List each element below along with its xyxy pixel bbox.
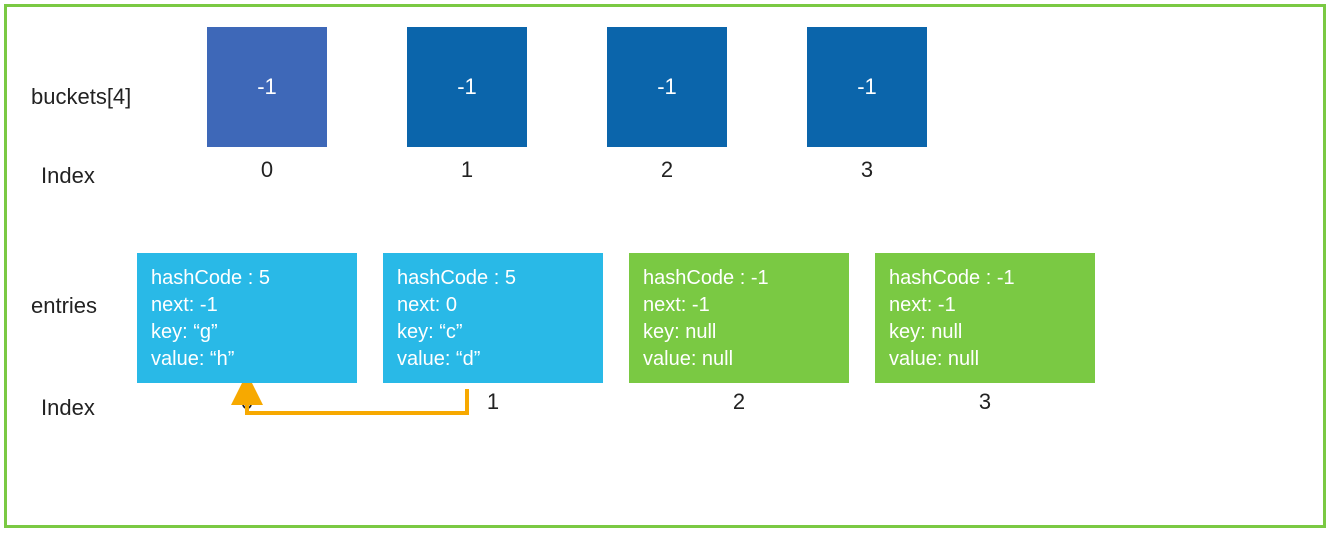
entry-1-value: value: “d” xyxy=(397,346,589,373)
bucket-index-1: 1 xyxy=(407,157,527,183)
entry-2-next: next: -1 xyxy=(643,292,835,319)
entry-0-key: key: “g” xyxy=(151,319,343,346)
entry-2: hashCode : -1 next: -1 key: null value: … xyxy=(629,253,849,383)
entry-1-key: key: “c” xyxy=(397,319,589,346)
diagram-frame: buckets[4] -1 -1 -1 -1 Index 0 1 2 3 ent… xyxy=(4,4,1326,528)
entries-label: entries xyxy=(17,253,137,319)
entry-0-next: next: -1 xyxy=(151,292,343,319)
entries-index-label: Index xyxy=(41,395,95,421)
entry-3-value: value: null xyxy=(889,346,1081,373)
entry-index-2: 2 xyxy=(629,389,849,415)
entry-index-1: 1 xyxy=(383,389,603,415)
bucket-3: -1 xyxy=(807,27,927,147)
entry-2-key: key: null xyxy=(643,319,835,346)
bucket-index-2: 2 xyxy=(607,157,727,183)
entries-index-row: 0 1 2 3 xyxy=(137,389,1313,415)
bucket-0: -1 xyxy=(207,27,327,147)
entry-1-next: next: 0 xyxy=(397,292,589,319)
entry-3: hashCode : -1 next: -1 key: null value: … xyxy=(875,253,1095,383)
entry-3-hashcode: hashCode : -1 xyxy=(889,265,1081,292)
entry-1-hashcode: hashCode : 5 xyxy=(397,265,589,292)
entry-0-value: value: “h” xyxy=(151,346,343,373)
buckets-row: buckets[4] -1 -1 -1 -1 xyxy=(17,27,1313,147)
entries-row: entries hashCode : 5 next: -1 key: “g” v… xyxy=(17,253,1313,383)
entry-3-next: next: -1 xyxy=(889,292,1081,319)
entry-0-hashcode: hashCode : 5 xyxy=(151,265,343,292)
buckets-index-row: 0 1 2 3 xyxy=(207,157,1313,183)
bucket-1: -1 xyxy=(407,27,527,147)
entry-3-key: key: null xyxy=(889,319,1081,346)
bucket-2: -1 xyxy=(607,27,727,147)
entry-2-value: value: null xyxy=(643,346,835,373)
entry-1: hashCode : 5 next: 0 key: “c” value: “d” xyxy=(383,253,603,383)
entry-index-0: 0 xyxy=(137,389,357,415)
entries-boxes: hashCode : 5 next: -1 key: “g” value: “h… xyxy=(137,253,1095,383)
entry-index-3: 3 xyxy=(875,389,1095,415)
bucket-index-0: 0 xyxy=(207,157,327,183)
bucket-index-3: 3 xyxy=(807,157,927,183)
buckets-boxes: -1 -1 -1 -1 xyxy=(207,27,927,147)
entry-0: hashCode : 5 next: -1 key: “g” value: “h… xyxy=(137,253,357,383)
entry-2-hashcode: hashCode : -1 xyxy=(643,265,835,292)
buckets-index-label: Index xyxy=(41,163,95,189)
buckets-label: buckets[4] xyxy=(17,64,137,110)
